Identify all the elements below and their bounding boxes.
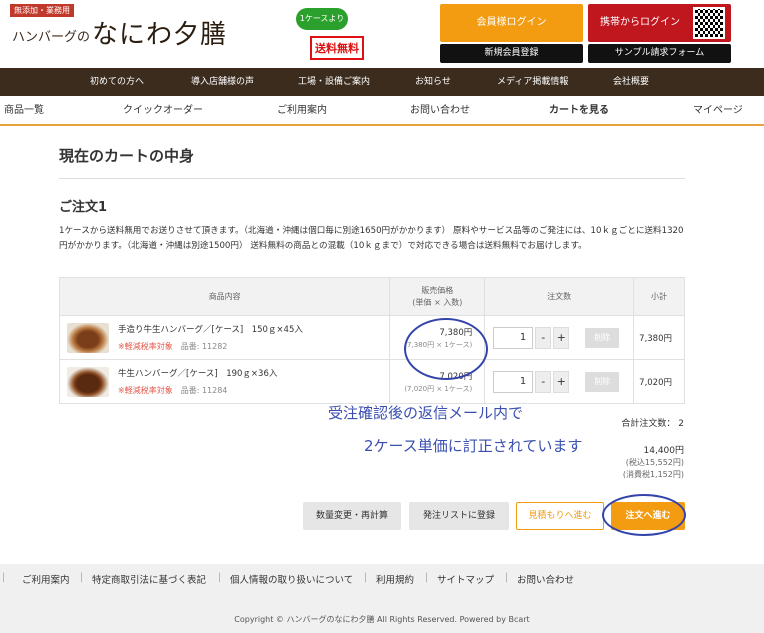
annotation-circle-checkout: [602, 494, 686, 536]
quantity-input[interactable]: 1: [493, 370, 534, 393]
order-total-tax-included: (税込15,552円): [625, 458, 684, 467]
price-breakdown: (7,020円 × 1ケース): [404, 384, 473, 393]
cart-table-header: 商品内容 販売価格 (単価 × 入数) 注文数 小計: [58, 277, 685, 316]
shipping-notice: 1ケースから送料無用でお送りさせて頂きます。（北海道・沖縄は個口毎に別途1650…: [59, 226, 684, 251]
footer-link-contact[interactable]: お問い合わせ: [517, 572, 574, 586]
consumption-tax: (消費税1,152円): [622, 470, 684, 479]
add-to-order-list-button[interactable]: 発注リストに登録: [409, 502, 509, 530]
subnav-guide[interactable]: ご利用案内: [277, 96, 327, 126]
subnav-contact[interactable]: お問い合わせ: [410, 96, 470, 126]
table-row: 牛生ハンバーグ／[ケース] 190ｇ×36入 ※軽減税率対象 品番: 11284 …: [58, 359, 685, 404]
footer-link-terms[interactable]: 利用規約: [376, 572, 414, 586]
member-login-button[interactable]: 会員様ログイン: [440, 4, 583, 42]
nav-item-media[interactable]: メディア掲載情報: [497, 68, 568, 96]
nav-item-factory[interactable]: 工場・設備ご案内: [298, 68, 370, 96]
order-title: ご注文1: [59, 200, 108, 215]
annotation-circle-price: [404, 318, 488, 380]
col-price-label: 販売価格: [421, 285, 454, 295]
footer-link-commerce-law[interactable]: 特定商取引法に基づく表記: [92, 572, 206, 586]
logo-tag: 無添加・業務用: [10, 4, 74, 17]
delete-button[interactable]: 削除: [585, 371, 620, 392]
subnav-quick-order[interactable]: クイックオーダー: [123, 96, 203, 126]
main-nav: 初めての方へ 導入店舗様の声 工場・設備ご案内 お知らせ メディア掲載情報 会社…: [0, 68, 764, 96]
copyright: Copyright © ハンバーグのなにわ夕膳 All Rights Reser…: [234, 615, 530, 624]
free-shipping-promo: 1ケースより 送料無料: [296, 8, 378, 64]
subnav-products[interactable]: 商品一覧: [4, 96, 44, 126]
delete-button[interactable]: 削除: [585, 327, 620, 348]
footer-link-guide[interactable]: ご利用案内: [22, 572, 70, 586]
col-price-note: (単価 × 入数): [412, 297, 463, 307]
table-row: 手造り牛生ハンバーグ／[ケース] 150ｇ×45入 ※軽減税率対象 品番: 112…: [58, 315, 685, 360]
page-title: 現在のカートの中身: [59, 147, 195, 165]
product-code: 品番: 11282: [180, 342, 228, 351]
subnav-cart[interactable]: カートを見る: [549, 96, 609, 126]
mobile-login-button[interactable]: 携帯からログイン: [588, 4, 731, 42]
footer-separator: |: [364, 572, 368, 583]
footer-separator: |: [2, 572, 6, 583]
site-header: 無添加・業務用 ハンバーグの なにわ夕膳 1ケースより 送料無料 会員様ログイン…: [0, 0, 764, 68]
product-code: 品番: 11284: [180, 386, 228, 395]
reduced-tax-label: ※軽減税率対象: [118, 342, 173, 351]
product-name[interactable]: 牛生ハンバーグ／[ケース] 190ｇ×36入: [118, 367, 277, 379]
site-footer: | ご利用案内 | 特定商取引法に基づく表記 | 個人情報の取り扱いについて |…: [0, 564, 764, 633]
nav-item-first-time[interactable]: 初めての方へ: [90, 68, 144, 96]
annotation-text-line2: 2ケース単価に訂正されています: [364, 437, 583, 455]
qr-code-icon: [693, 7, 725, 39]
annotation-text-line1: 受注確認後の返信メール内で: [328, 404, 524, 422]
order-total: 14,400円: [643, 446, 685, 456]
footer-separator: |: [80, 572, 84, 583]
nav-item-voices[interactable]: 導入店舗様の声: [191, 68, 254, 96]
recalculate-button[interactable]: 数量変更・再計算: [303, 502, 401, 530]
logo-subtitle[interactable]: ハンバーグの: [12, 26, 90, 45]
footer-separator: |: [425, 572, 429, 583]
quantity-decrement-button[interactable]: -: [535, 326, 552, 349]
footer-link-sitemap[interactable]: サイトマップ: [437, 572, 494, 586]
col-qty: 注文数: [484, 277, 634, 316]
col-subtotal: 小計: [633, 277, 685, 316]
line-subtotal: 7,020円: [633, 359, 685, 404]
reduced-tax-label: ※軽減税率対象: [118, 386, 173, 395]
mobile-login-label: 携帯からログイン: [600, 17, 680, 28]
nav-item-company[interactable]: 会社概要: [613, 68, 649, 96]
line-subtotal: 7,380円: [633, 315, 685, 360]
total-quantity: 合計注文数： 2: [621, 419, 684, 429]
product-thumbnail[interactable]: [67, 366, 109, 397]
product-name[interactable]: 手造り牛生ハンバーグ／[ケース] 150ｇ×45入: [118, 323, 303, 335]
sample-request-button[interactable]: サンプル請求フォーム: [588, 44, 731, 63]
estimate-button[interactable]: 見積もりへ進む: [516, 502, 604, 530]
col-price: 販売価格 (単価 × 入数): [389, 277, 486, 316]
footer-link-privacy[interactable]: 個人情報の取り扱いについて: [230, 572, 353, 586]
cart-table: 商品内容 販売価格 (単価 × 入数) 注文数 小計 手造り牛生ハンバーグ／[ケ…: [58, 277, 685, 404]
divider: [59, 178, 685, 179]
sub-nav: 商品一覧 クイックオーダー ご利用案内 お問い合わせ カートを見る マイページ: [0, 96, 764, 126]
quantity-decrement-button[interactable]: -: [535, 370, 552, 393]
logo[interactable]: なにわ夕膳: [92, 14, 227, 51]
register-button[interactable]: 新規会員登録: [440, 44, 583, 63]
col-product: 商品内容: [58, 277, 391, 316]
quantity-input[interactable]: 1: [493, 326, 534, 349]
footer-separator: |: [505, 572, 509, 583]
subnav-mypage[interactable]: マイページ: [693, 96, 743, 126]
quantity-increment-button[interactable]: +: [553, 326, 570, 349]
nav-item-news[interactable]: お知らせ: [415, 68, 451, 96]
promo-badge: 1ケースより: [296, 8, 348, 30]
promo-free-shipping: 送料無料: [310, 36, 364, 60]
quantity-increment-button[interactable]: +: [553, 370, 570, 393]
product-thumbnail[interactable]: [67, 322, 109, 353]
footer-separator: |: [218, 572, 222, 583]
